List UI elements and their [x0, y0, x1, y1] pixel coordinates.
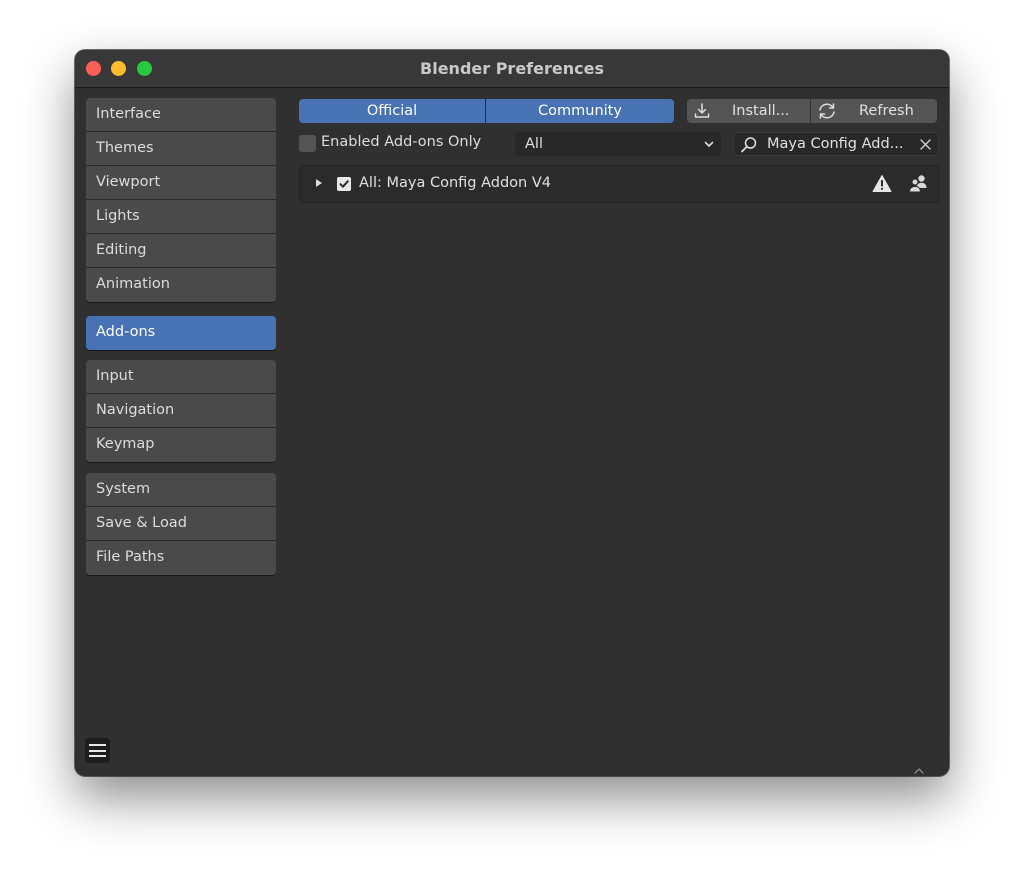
enabled-addons-only-checkbox[interactable] — [299, 135, 316, 152]
addon-search-field[interactable]: Maya Config Add... — [733, 132, 939, 156]
search-icon — [741, 137, 757, 153]
addon-row[interactable]: All: Maya Config Addon V4 — [299, 165, 939, 203]
enabled-addons-only-label[interactable]: Enabled Add-ons Only — [321, 134, 481, 150]
sidebar-item-themes[interactable]: Themes — [86, 132, 276, 166]
sidebar-group-input: Input Navigation Keymap — [86, 360, 276, 462]
sidebar-item-navigation[interactable]: Navigation — [86, 394, 276, 428]
expand-arrow-icon[interactable] — [314, 178, 324, 188]
sidebar-item-keymap[interactable]: Keymap — [86, 428, 276, 462]
sidebar-item-addons[interactable]: Add-ons — [86, 316, 276, 350]
hamburger-menu-icon[interactable] — [85, 738, 110, 763]
preferences-window: Blender Preferences Interface Themes Vie… — [75, 50, 949, 776]
addon-search-input[interactable]: Maya Config Add... — [767, 133, 904, 155]
community-icon — [908, 175, 927, 193]
sidebar-group-addons: Add-ons — [86, 316, 276, 350]
refresh-button[interactable]: Refresh — [811, 99, 937, 123]
category-dropdown-value: All — [525, 136, 543, 152]
tab-official[interactable]: Official — [299, 99, 485, 123]
clear-icon[interactable] — [919, 138, 932, 151]
sidebar-group-general: Interface Themes Viewport Lights Editing… — [86, 98, 276, 302]
install-button[interactable]: Install... — [687, 99, 810, 123]
warning-icon — [872, 175, 892, 192]
chevron-down-icon — [704, 141, 714, 147]
tab-community[interactable]: Community — [486, 99, 674, 123]
sidebar-item-viewport[interactable]: Viewport — [86, 166, 276, 200]
category-dropdown[interactable]: All — [515, 132, 721, 156]
title-bar: Blender Preferences — [75, 50, 949, 88]
sidebar-item-system[interactable]: System — [86, 473, 276, 507]
refresh-icon — [819, 103, 835, 119]
install-button-label: Install... — [732, 103, 790, 119]
refresh-button-label: Refresh — [859, 103, 914, 119]
region-toggle-icon[interactable] — [911, 766, 927, 776]
sidebar-group-system: System Save & Load File Paths — [86, 473, 276, 575]
download-icon — [694, 103, 710, 118]
addon-name: All: Maya Config Addon V4 — [359, 175, 551, 191]
sidebar-item-lights[interactable]: Lights — [86, 200, 276, 234]
addon-enabled-checkbox[interactable] — [337, 177, 351, 191]
sidebar-item-animation[interactable]: Animation — [86, 268, 276, 302]
sidebar-item-interface[interactable]: Interface — [86, 98, 276, 132]
window-title: Blender Preferences — [420, 59, 604, 78]
checkbox-check-icon — [339, 180, 349, 188]
sidebar-item-save-load[interactable]: Save & Load — [86, 507, 276, 541]
sidebar-item-input[interactable]: Input — [86, 360, 276, 394]
sidebar-item-editing[interactable]: Editing — [86, 234, 276, 268]
sidebar-item-file-paths[interactable]: File Paths — [86, 541, 276, 575]
